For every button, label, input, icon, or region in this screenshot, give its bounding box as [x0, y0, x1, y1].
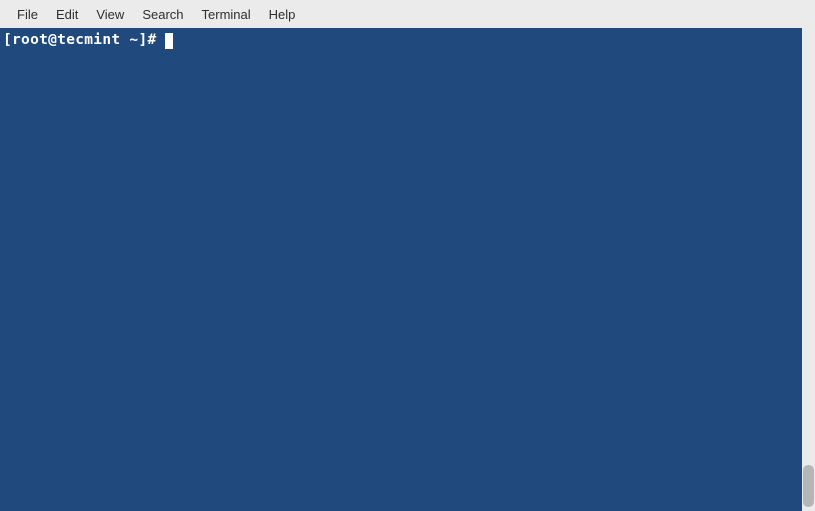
- scrollbar-thumb[interactable]: [803, 465, 814, 507]
- cursor: [165, 33, 174, 49]
- menu-file[interactable]: File: [8, 3, 47, 26]
- scrollbar-track[interactable]: [802, 28, 815, 511]
- menu-search[interactable]: Search: [133, 3, 192, 26]
- shell-prompt: [root@tecmint ~]#: [3, 32, 157, 49]
- menu-edit[interactable]: Edit: [47, 3, 87, 26]
- terminal-content[interactable]: [root@tecmint ~]#: [0, 28, 802, 53]
- menu-help[interactable]: Help: [260, 3, 305, 26]
- menubar: File Edit View Search Terminal Help: [0, 0, 815, 28]
- prompt-line: [root@tecmint ~]#: [3, 32, 799, 49]
- menu-terminal[interactable]: Terminal: [193, 3, 260, 26]
- menu-view[interactable]: View: [87, 3, 133, 26]
- terminal-viewport[interactable]: [root@tecmint ~]#: [0, 28, 802, 511]
